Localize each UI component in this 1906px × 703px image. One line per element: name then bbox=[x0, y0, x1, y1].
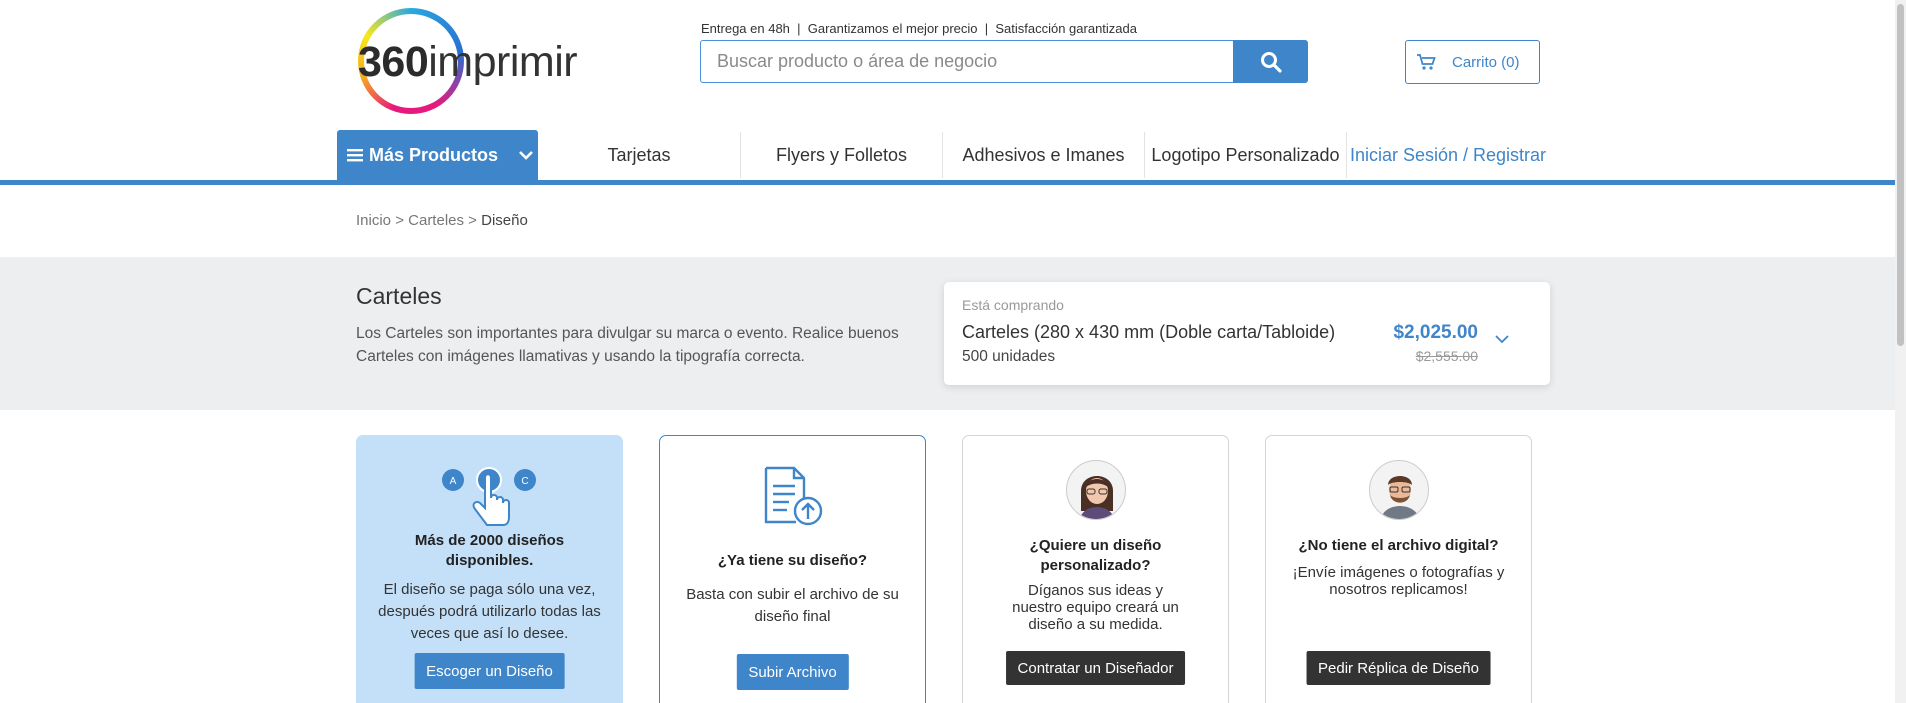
request-replica-button[interactable]: Pedir Réplica de Diseño bbox=[1306, 651, 1491, 685]
breadcrumb-home[interactable]: Inicio bbox=[356, 212, 391, 229]
cart-label: Carrito (0) bbox=[1452, 53, 1520, 71]
cart-button[interactable]: Carrito (0) bbox=[1405, 40, 1540, 84]
card-text: Basta con subir el archivo de su diseño … bbox=[686, 586, 899, 625]
upload-file-button[interactable]: Subir Archivo bbox=[736, 654, 849, 690]
purchase-summary-card: Está comprando Carteles (280 x 430 mm (D… bbox=[944, 282, 1550, 385]
tagline: Entrega en 48h | Garantizamos el mejor p… bbox=[701, 21, 1137, 36]
designer-avatar-man bbox=[1368, 460, 1429, 520]
logo[interactable]: 360imprimir bbox=[358, 8, 634, 118]
product-old-price: $2,555.00 bbox=[1415, 348, 1478, 364]
chevron-down-icon bbox=[519, 151, 533, 160]
page-scrollbar[interactable] bbox=[1895, 0, 1906, 703]
login-register-link[interactable]: Iniciar Sesión / Registrar bbox=[1347, 130, 1549, 180]
card-text: El diseño se paga sólo una vez, después … bbox=[378, 581, 601, 642]
product-price: $2,025.00 bbox=[1393, 322, 1478, 343]
search-icon bbox=[1260, 51, 1282, 73]
man-avatar-icon bbox=[1380, 476, 1419, 519]
designer-avatar-woman bbox=[1065, 460, 1126, 520]
choose-design-button[interactable]: Escoger un Diseño bbox=[414, 653, 565, 689]
hire-designer-button[interactable]: Contratar un Diseñador bbox=[1005, 651, 1186, 685]
breadcrumb: Inicio > Carteles > Diseño bbox=[356, 212, 528, 229]
nav-item-flyers[interactable]: Flyers y Folletos bbox=[741, 130, 942, 180]
svg-text:C: C bbox=[521, 476, 528, 487]
page-title: Carteles bbox=[356, 283, 442, 309]
cart-icon bbox=[1417, 54, 1436, 70]
svg-text:A: A bbox=[450, 476, 457, 487]
buying-label: Está comprando bbox=[962, 297, 1064, 313]
hamburger-icon bbox=[347, 149, 363, 162]
breadcrumb-separator: > bbox=[468, 212, 477, 229]
nav-item-adhesivos[interactable]: Adhesivos e Imanes bbox=[943, 130, 1144, 180]
option-card-upload[interactable]: ¿Ya tiene su diseño? Basta con subir el … bbox=[659, 435, 926, 703]
card-title: ¿No tiene el archivo digital? bbox=[1298, 537, 1499, 554]
nav-item-tarjetas[interactable]: Tarjetas bbox=[538, 130, 740, 180]
product-quantity: 500 unidades bbox=[962, 348, 1056, 365]
option-card-replica[interactable]: ¿No tiene el archivo digital? ¡Envíe imá… bbox=[1265, 435, 1532, 703]
search-button[interactable] bbox=[1233, 40, 1308, 83]
nav-item-logotipo[interactable]: Logotipo Personalizado bbox=[1145, 130, 1346, 180]
search-input[interactable] bbox=[700, 40, 1234, 83]
breadcrumb-current: Diseño bbox=[481, 212, 528, 229]
more-products-menu[interactable]: Más Productos bbox=[337, 130, 538, 180]
product-name: Carteles (280 x 430 mm (Doble carta/Tabl… bbox=[962, 322, 1336, 342]
upload-document-icon bbox=[764, 466, 823, 526]
woman-avatar-icon bbox=[1079, 476, 1114, 519]
search-bar bbox=[700, 40, 1308, 83]
choose-design-icon: A B C bbox=[442, 467, 536, 526]
chevron-down-icon[interactable] bbox=[1494, 334, 1510, 344]
card-title: ¿Quiere un diseño personalizado? bbox=[1029, 537, 1162, 574]
page: 360imprimir Entrega en 48h | Garantizamo… bbox=[0, 0, 1906, 703]
breadcrumb-separator: > bbox=[395, 212, 404, 229]
card-title: Más de 2000 diseños disponibles. bbox=[414, 532, 565, 569]
more-products-label: Más Productos bbox=[369, 144, 499, 165]
product-description: Los Carteles son importantes para divulg… bbox=[356, 325, 899, 365]
option-card-hire-designer[interactable]: ¿Quiere un diseño personalizado? Díganos… bbox=[962, 435, 1229, 703]
card-text: Díganos sus ideas y nuestro equipo crear… bbox=[1012, 582, 1179, 633]
option-card-choose-design[interactable]: A B C Más de 2000 diseños disponibles. E… bbox=[356, 435, 623, 703]
card-title: ¿Ya tiene su diseño? bbox=[717, 552, 868, 569]
card-text: ¡Envíe imágenes o fotografías y nosotros… bbox=[1292, 564, 1505, 598]
logo-text: 360imprimir bbox=[358, 38, 578, 86]
main-nav: Más Productos Tarjetas Flyers y Folletos… bbox=[0, 130, 1895, 185]
breadcrumb-category[interactable]: Carteles bbox=[408, 212, 464, 229]
scrollbar-thumb[interactable] bbox=[1897, 4, 1904, 346]
